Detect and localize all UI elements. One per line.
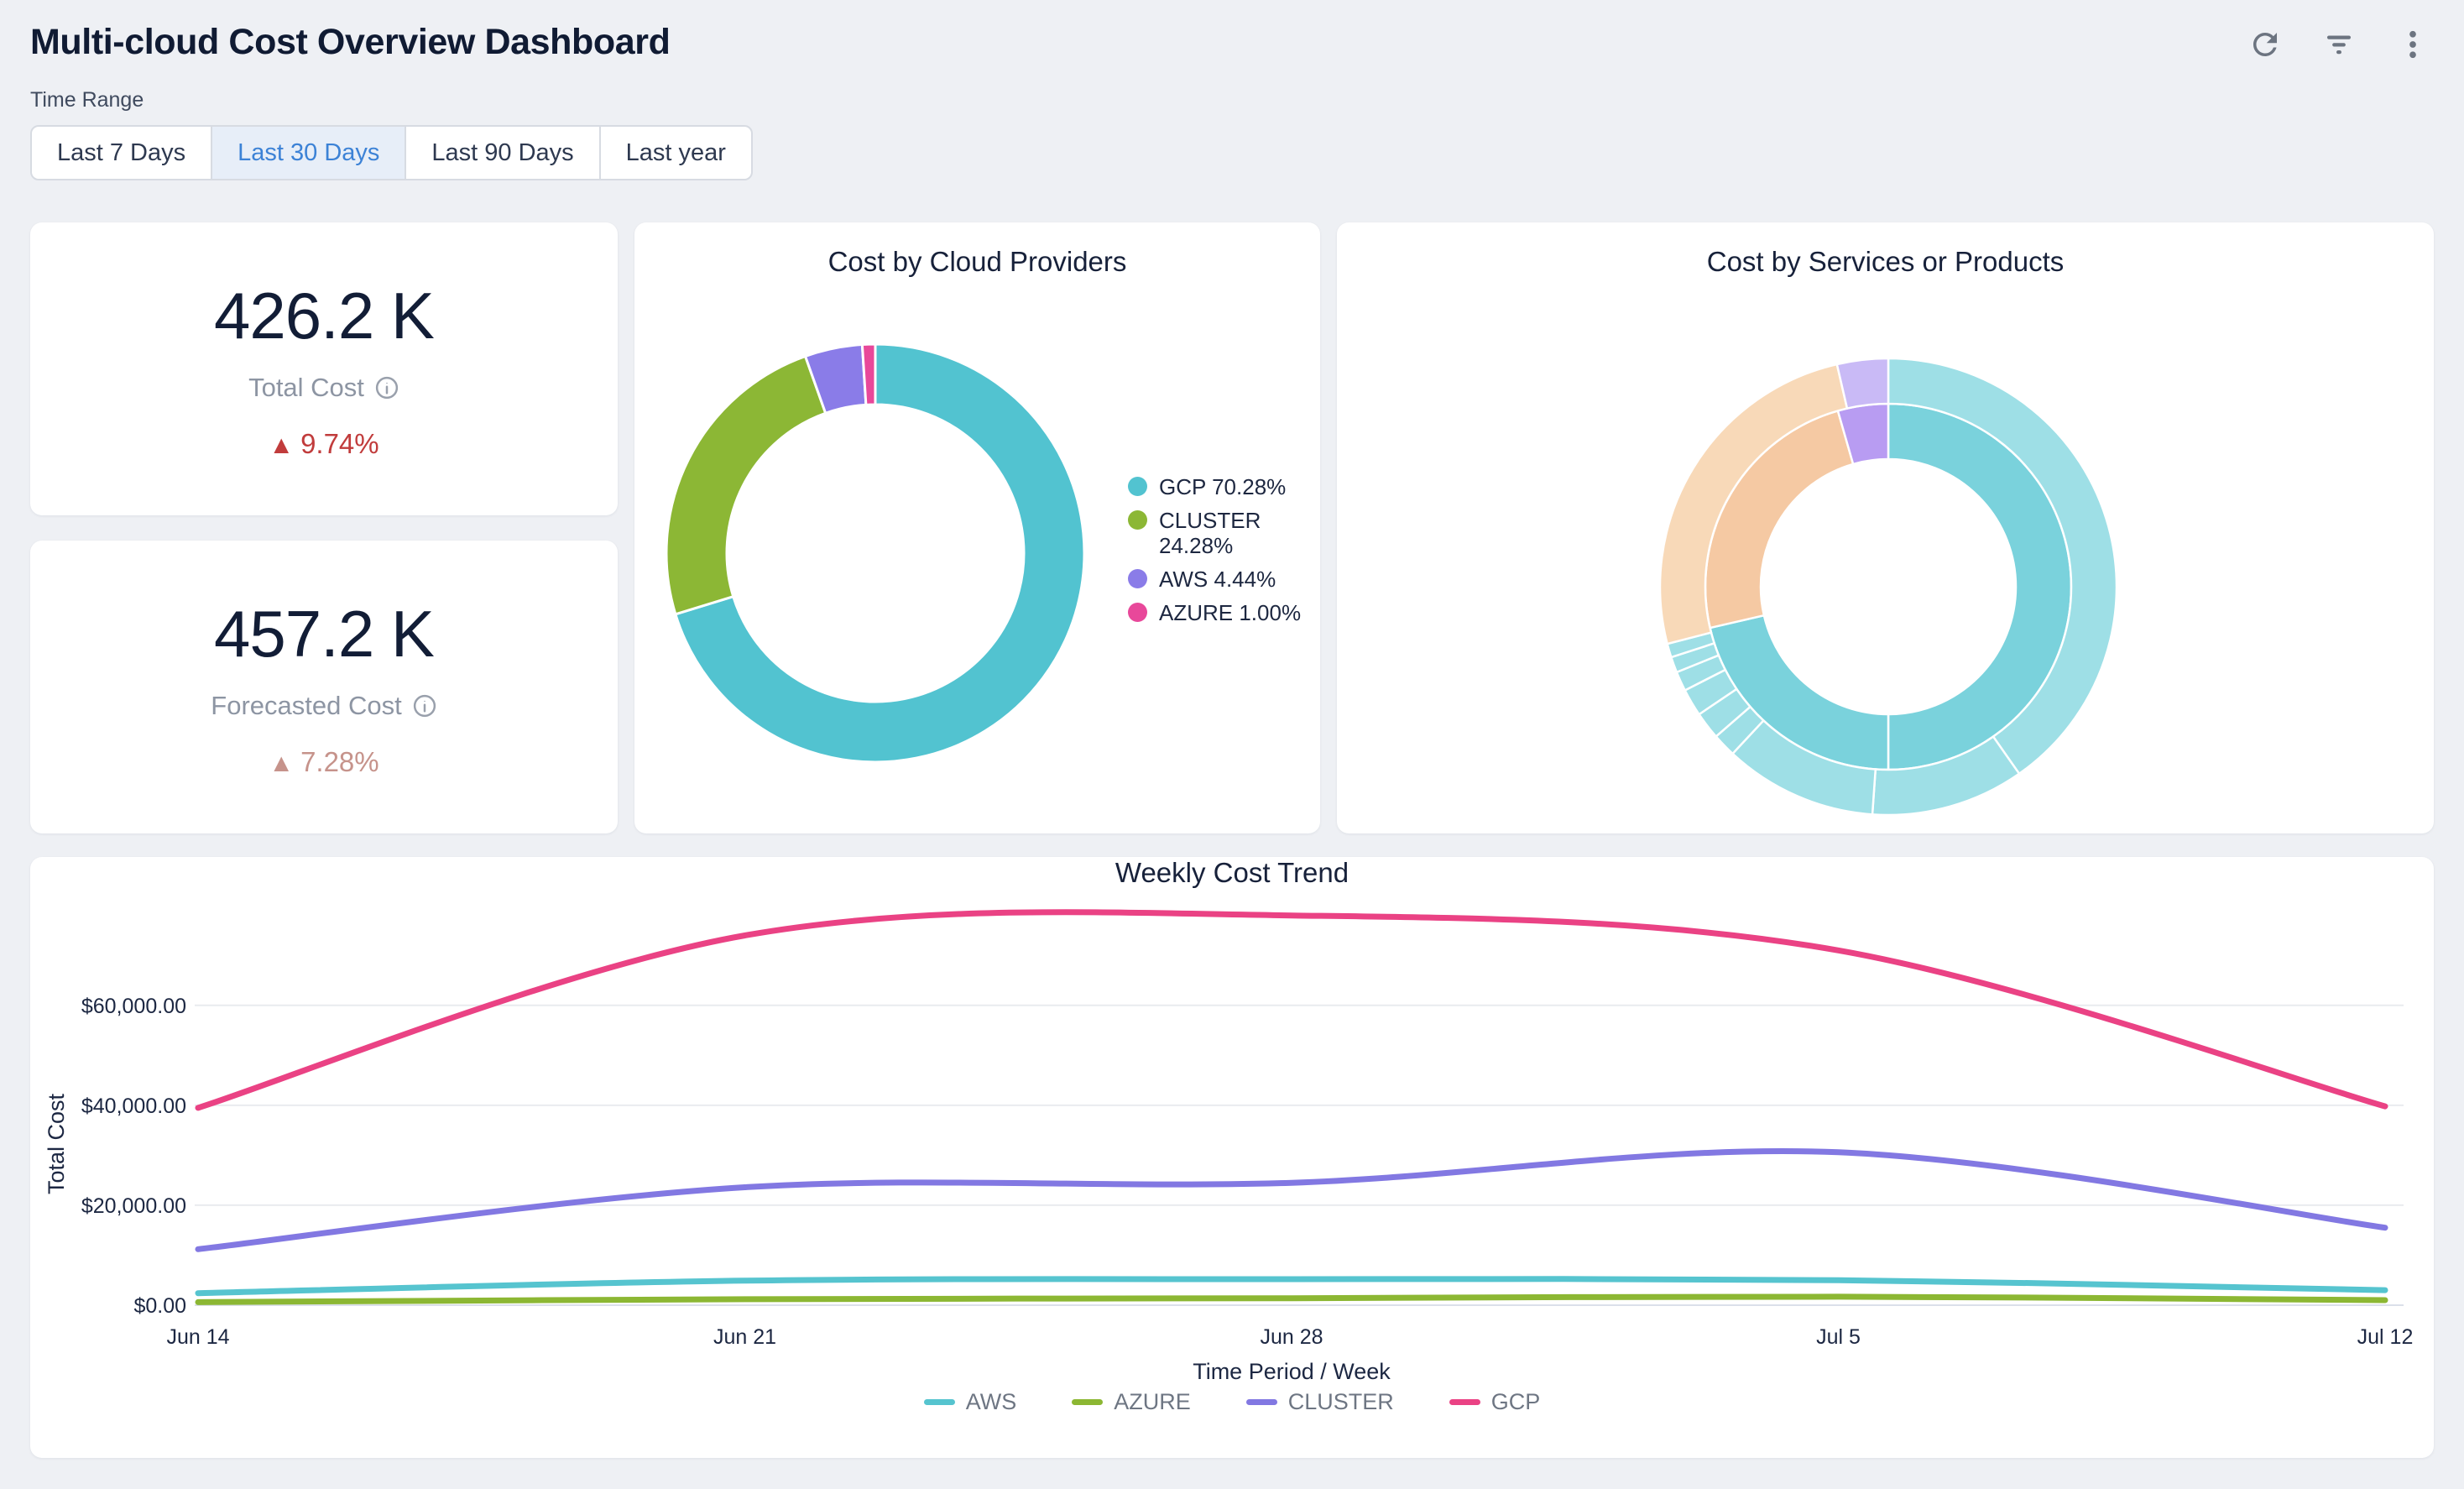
gcp-legend-dot-icon <box>1128 477 1147 496</box>
total-cost-label: Total Cost <box>248 373 399 403</box>
legend-label: GCP <box>1491 1389 1541 1415</box>
time-range-last-30-days[interactable]: Last 30 Days <box>211 127 405 179</box>
legend-label: AZURE 1.00% <box>1159 600 1301 626</box>
time-range-last-year[interactable]: Last year <box>599 127 751 179</box>
legend-label: GCP 70.28% <box>1159 474 1286 500</box>
refresh-icon <box>2247 27 2283 62</box>
svg-text:Jun 28: Jun 28 <box>1260 1325 1323 1349</box>
svg-text:$40,000.00: $40,000.00 <box>81 1095 186 1118</box>
total-cost-delta-value: 9.74% <box>300 428 379 459</box>
total-cost-card: 426.2 K Total Cost ▲9.74% <box>30 222 618 515</box>
forecasted-cost-card: 457.2 K Forecasted Cost ▲7.28% <box>30 541 618 833</box>
top-cards-row: 426.2 K Total Cost ▲9.74% 457.2 K Foreca… <box>30 222 2434 833</box>
weekly-cost-trend-card: Weekly Cost Trend $0.00 $20,000.00 $40,000… <box>30 857 2434 1458</box>
svg-text:Jun 14: Jun 14 <box>166 1325 229 1349</box>
svg-text:Jun 21: Jun 21 <box>713 1325 776 1349</box>
total-cost-delta: ▲9.74% <box>269 428 378 460</box>
svg-text:Jul 12: Jul 12 <box>2357 1325 2414 1349</box>
legend-item-cluster[interactable]: CLUSTER 24.28% <box>1128 508 1308 559</box>
weekly-legend: AWS AZURE CLUSTER GCP <box>30 1389 2434 1415</box>
legend-item-cluster[interactable]: CLUSTER <box>1246 1389 1394 1415</box>
svg-text:$20,000.00: $20,000.00 <box>81 1194 186 1218</box>
legend-item-gcp[interactable]: GCP 70.28% <box>1128 474 1308 500</box>
dashboard-page: Multi-cloud Cost Overview Dashboard Time… <box>0 0 2464 1488</box>
forecasted-cost-value: 457.2 K <box>214 596 434 672</box>
total-cost-label-text: Total Cost <box>248 373 364 403</box>
legend-item-azure[interactable]: AZURE 1.00% <box>1128 600 1308 626</box>
kebab-menu-icon <box>2395 27 2430 62</box>
azure-legend-dot-icon <box>1128 603 1147 622</box>
providers-legend: GCP 70.28% CLUSTER 24.28% AWS 4.44% AZUR… <box>1128 474 1308 633</box>
time-range-button-group: Last 7 Days Last 30 Days Last 90 Days La… <box>30 125 753 180</box>
time-range-section: Time Range Last 7 Days Last 30 Days Last… <box>30 88 2434 180</box>
weekly-chart-title: Weekly Cost Trend <box>44 857 2420 889</box>
more-options-button[interactable] <box>2395 27 2430 62</box>
legend-label: AWS 4.44% <box>1159 567 1276 593</box>
header-actions <box>2247 27 2430 62</box>
svg-text:Total Cost: Total Cost <box>44 1093 69 1194</box>
gcp-line-swatch-icon <box>1449 1399 1480 1405</box>
legend-item-aws[interactable]: AWS 4.44% <box>1128 567 1308 593</box>
cost-by-providers-card: Cost by Cloud Providers GCP 70.28% CLUST… <box>634 222 1320 833</box>
time-range-last-90-days[interactable]: Last 90 Days <box>405 127 598 179</box>
svg-text:Jul 5: Jul 5 <box>1816 1325 1861 1349</box>
forecasted-cost-label-text: Forecasted Cost <box>211 691 401 721</box>
legend-item-azure[interactable]: AZURE <box>1072 1389 1191 1415</box>
services-sunburst-chart[interactable] <box>1337 222 2421 833</box>
forecasted-cost-label: Forecasted Cost <box>211 691 436 721</box>
aws-line-swatch-icon <box>924 1399 955 1405</box>
delta-up-icon: ▲ <box>269 431 294 459</box>
time-range-last-7-days[interactable]: Last 7 Days <box>32 127 211 179</box>
legend-item-gcp[interactable]: GCP <box>1449 1389 1541 1415</box>
svg-text:$0.00: $0.00 <box>133 1294 186 1318</box>
forecasted-cost-delta-value: 7.28% <box>300 746 379 777</box>
cost-by-services-card: Cost by Services or Products <box>1337 222 2434 833</box>
info-icon[interactable] <box>412 693 437 718</box>
legend-label: CLUSTER 24.28% <box>1159 508 1308 559</box>
refresh-button[interactable] <box>2247 27 2283 62</box>
filter-button[interactable] <box>2321 27 2357 62</box>
svg-text:Time Period / Week: Time Period / Week <box>1193 1359 1391 1384</box>
weekly-trend-line-chart[interactable]: $0.00 $20,000.00 $40,000.00 $60,000.00 Jun 1… <box>30 892 2434 1389</box>
filter-icon <box>2321 27 2357 62</box>
info-icon[interactable] <box>374 375 399 400</box>
cluster-line-swatch-icon <box>1246 1399 1277 1405</box>
legend-label: CLUSTER <box>1288 1389 1394 1415</box>
legend-item-aws[interactable]: AWS <box>924 1389 1017 1415</box>
svg-text:$60,000.00: $60,000.00 <box>81 995 186 1018</box>
legend-label: AZURE <box>1114 1389 1191 1415</box>
total-cost-value: 426.2 K <box>214 278 434 354</box>
aws-legend-dot-icon <box>1128 569 1147 588</box>
azure-line-swatch-icon <box>1072 1399 1103 1405</box>
forecasted-cost-delta: ▲7.28% <box>269 746 378 778</box>
time-range-label: Time Range <box>30 88 2434 112</box>
kpi-column: 426.2 K Total Cost ▲9.74% 457.2 K Foreca… <box>30 222 618 833</box>
header: Multi-cloud Cost Overview Dashboard <box>30 13 2434 63</box>
delta-up-icon: ▲ <box>269 750 294 777</box>
cluster-legend-dot-icon <box>1128 510 1147 530</box>
legend-label: AWS <box>966 1389 1017 1415</box>
page-title: Multi-cloud Cost Overview Dashboard <box>30 22 671 63</box>
